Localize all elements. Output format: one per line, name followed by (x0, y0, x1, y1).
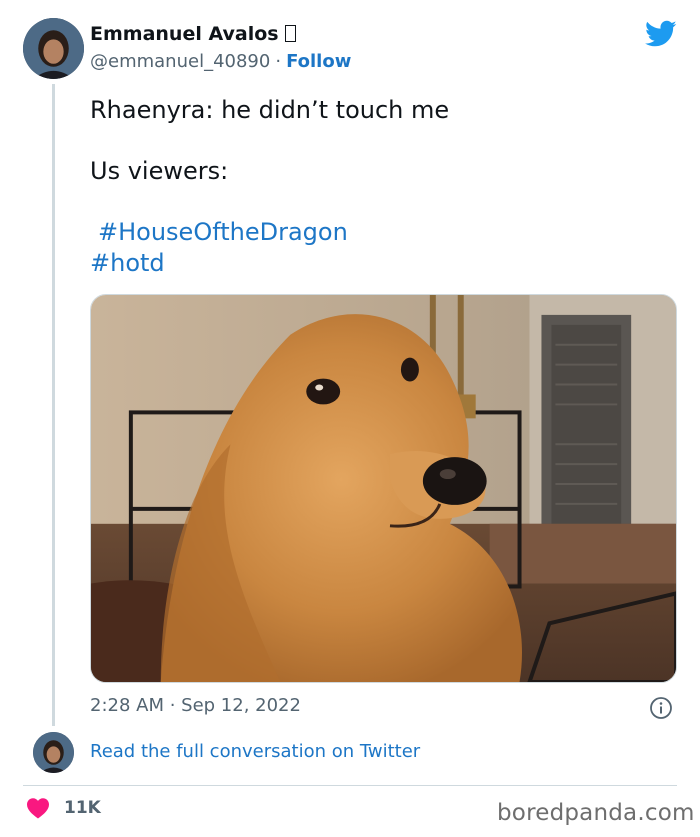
watermark: boredpanda.com (497, 800, 695, 826)
reply-avatar[interactable] (33, 732, 74, 773)
read-conversation-link[interactable]: Read the full conversation on Twitter (90, 741, 420, 762)
author-name-text: Emmanuel Avalos (90, 23, 279, 45)
tweet-timestamp[interactable]: 2:28 AM · Sep 12, 2022 (90, 695, 301, 716)
tweet-text-line-2: Us viewers: (90, 157, 229, 185)
follow-button[interactable]: Follow (286, 51, 351, 72)
separator: · (275, 51, 282, 72)
missing-glyph-icon (284, 25, 296, 42)
tweet-photo[interactable] (90, 294, 677, 683)
author-avatar[interactable] (23, 18, 84, 79)
hashtag-link[interactable]: #hotd (90, 249, 165, 277)
tweet-card: Emmanuel Avalos @emmanuel_40890 · Follow R… (0, 0, 700, 837)
heart-icon[interactable] (26, 797, 50, 819)
author-handle-row: @emmanuel_40890 · Follow (90, 51, 351, 72)
author-name[interactable]: Emmanuel Avalos (90, 23, 296, 45)
author-handle[interactable]: @emmanuel_40890 (90, 51, 270, 72)
hashtag-link[interactable]: #HouseOftheDragon (98, 218, 348, 246)
tweet-text-line-1: Rhaenyra: he didn’t touch me (90, 96, 450, 124)
divider (23, 785, 677, 786)
like-count: 11K (64, 798, 101, 818)
info-icon[interactable] (649, 696, 673, 720)
thread-line (52, 84, 55, 726)
twitter-bird-icon[interactable] (645, 20, 677, 48)
